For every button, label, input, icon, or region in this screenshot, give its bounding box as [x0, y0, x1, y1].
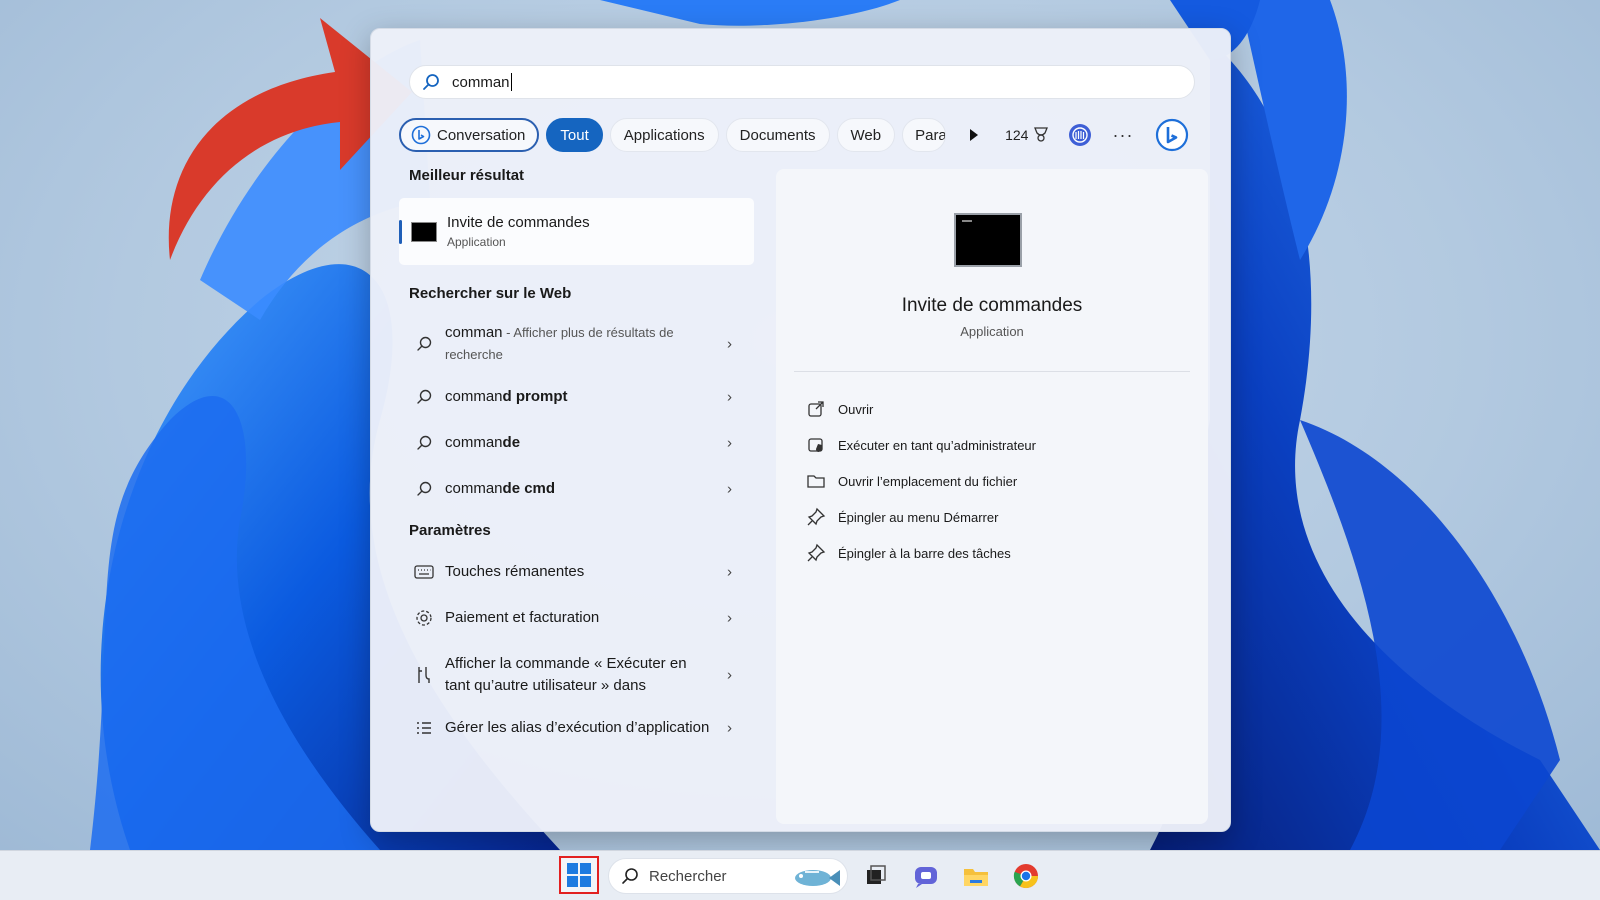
web-result-comman[interactable]: comman - Afficher plus de résultats de r… — [399, 322, 754, 366]
search-icon — [622, 868, 638, 884]
section-best-result: Meilleur résultat — [409, 167, 525, 184]
filter-documents[interactable]: Documents — [725, 118, 830, 152]
results-list: Meilleur résultat Invite de commandes Ap… — [399, 167, 759, 739]
profile-avatar-icon[interactable] — [1068, 123, 1092, 147]
action-label: Ouvrir — [838, 401, 874, 417]
section-web-search: Rechercher sur le Web — [409, 285, 572, 302]
search-icon — [413, 432, 435, 454]
chevron-right-icon: › — [727, 719, 732, 737]
settings-paiement-facturation[interactable]: Paiement et facturation › — [399, 607, 754, 629]
task-view-icon[interactable] — [862, 862, 890, 890]
action-epingler-demarrer[interactable]: Épingler au menu Démarrer — [806, 499, 1036, 535]
details-actions: Ouvrir Exécuter en tant qu’administrateu… — [806, 391, 1036, 571]
taskbar-search[interactable]: Rechercher — [608, 858, 848, 894]
search-icon — [423, 74, 439, 90]
chevron-right-icon: › — [727, 666, 732, 684]
taskbar-search-placeholder: Rechercher — [649, 867, 727, 885]
action-ouvrir[interactable]: Ouvrir — [806, 391, 1036, 427]
search-input[interactable]: comman — [452, 74, 510, 91]
keyboard-icon — [413, 561, 435, 583]
settings-item-label: Afficher la commande « Exécuter en tant … — [445, 655, 687, 694]
search-highlight-fish-icon — [795, 870, 840, 886]
text-caret — [510, 73, 512, 91]
action-ouvrir-emplacement[interactable]: Ouvrir l’emplacement du fichier — [806, 463, 1036, 499]
settings-item-label: Gérer les alias d’exécution d’applicatio… — [445, 719, 710, 736]
chevron-right-icon: › — [727, 434, 732, 452]
search-icon — [413, 333, 435, 355]
web-result-commande[interactable]: commande › — [399, 432, 754, 454]
web-result-command-prompt[interactable]: command prompt › — [399, 386, 754, 408]
selection-indicator — [399, 220, 402, 244]
windows-logo-icon — [567, 863, 591, 887]
action-label: Exécuter en tant qu’administrateur — [838, 437, 1036, 453]
pin-icon — [807, 543, 826, 562]
action-label: Ouvrir l’emplacement du fichier — [838, 473, 1018, 489]
rewards-points[interactable]: 124 — [1005, 126, 1050, 144]
details-title: Invite de commandes — [901, 295, 1083, 316]
best-result-name: Invite de commandes — [447, 214, 590, 231]
action-label: Épingler à la barre des tâches — [838, 545, 1011, 561]
chevron-right-icon: › — [727, 335, 732, 353]
chevron-right-icon: › — [727, 563, 732, 581]
rewards-trophy-icon — [1034, 127, 1049, 142]
best-result-invite-de-commandes[interactable]: Invite de commandes Application — [399, 198, 754, 265]
command-prompt-icon — [411, 221, 437, 242]
command-prompt-large-icon — [954, 213, 1022, 267]
settings-touches-remanentes[interactable]: Touches rémanentes › — [399, 561, 754, 583]
filter-web[interactable]: Web — [836, 118, 896, 152]
taskbar: Rechercher — [0, 850, 1600, 900]
settings-item-label: Paiement et facturation — [445, 609, 600, 626]
details-subtitle: Application — [960, 324, 1024, 339]
filter-parametres[interactable]: Para — [902, 118, 947, 152]
pin-icon — [807, 507, 826, 526]
filter-conversation-label: Conversation — [437, 126, 526, 144]
web-result-text: commande — [445, 434, 521, 451]
chevron-right-icon: › — [727, 480, 732, 498]
details-pane: Invite de commandes Application Ouvrir E… — [776, 169, 1208, 824]
action-epingler-barre-taches[interactable]: Épingler à la barre des tâches — [806, 535, 1036, 571]
developer-tools-icon — [413, 664, 435, 686]
rewards-points-value: 124 — [1005, 127, 1029, 143]
search-icon — [413, 478, 435, 500]
start-button[interactable] — [559, 856, 599, 894]
search-box[interactable]: comman — [409, 65, 1195, 99]
file-explorer-icon[interactable] — [962, 862, 990, 890]
settings-item-label: Touches rémanentes — [445, 563, 585, 580]
divider — [794, 371, 1190, 372]
gear-icon — [413, 607, 435, 629]
scroll-filters-right-icon[interactable] — [963, 125, 983, 145]
chevron-right-icon: › — [727, 609, 732, 627]
bing-chat-icon — [411, 125, 431, 145]
admin-shield-icon — [808, 438, 823, 452]
action-label: Épingler au menu Démarrer — [838, 509, 999, 525]
start-search-panel: comman Conversation Tout Applications Do… — [370, 28, 1231, 832]
filter-tout[interactable]: Tout — [546, 118, 603, 152]
web-result-text: command prompt — [445, 388, 568, 405]
web-result-text: comman - Afficher plus de résultats de r… — [445, 324, 674, 362]
bing-copilot-icon[interactable] — [1155, 118, 1189, 152]
search-icon — [413, 386, 435, 408]
open-external-icon — [808, 401, 824, 417]
chevron-right-icon: › — [727, 388, 732, 406]
more-options-icon[interactable]: ··· — [1112, 125, 1133, 146]
settings-executer-autre-utilisateur[interactable]: Afficher la commande « Exécuter en tant … — [399, 653, 754, 697]
action-executer-admin[interactable]: Exécuter en tant qu’administrateur — [806, 427, 1036, 463]
settings-alias-execution[interactable]: Gérer les alias d’exécution d’applicatio… — [399, 717, 754, 739]
web-result-text: commande cmd — [445, 480, 556, 497]
web-result-commande-cmd[interactable]: commande cmd › — [399, 478, 754, 500]
section-settings: Paramètres — [409, 522, 491, 539]
folder-icon — [807, 475, 825, 488]
filter-conversation[interactable]: Conversation — [399, 118, 540, 152]
best-result-type: Application — [447, 235, 506, 249]
filter-applications[interactable]: Applications — [609, 118, 719, 152]
chrome-icon[interactable] — [1012, 862, 1040, 890]
list-icon — [413, 717, 435, 739]
teams-chat-icon[interactable] — [912, 862, 940, 890]
filter-bar: Conversation Tout Applications Documents… — [399, 117, 1199, 153]
